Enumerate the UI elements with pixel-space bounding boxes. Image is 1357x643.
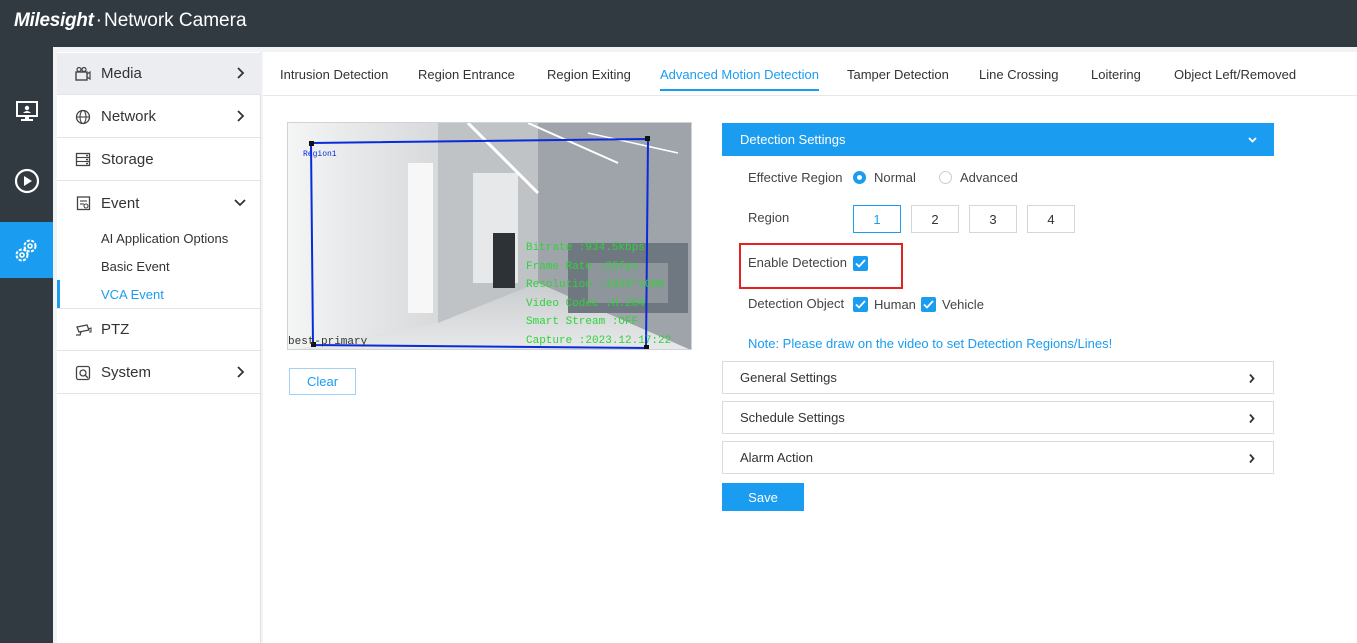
video-preview[interactable]: Region1 best-primary Bitrate :934.5kbps … xyxy=(287,122,692,350)
chevron-right-icon xyxy=(1249,373,1255,384)
sidebar: Media Network Storage Event AI Applicati… xyxy=(57,52,261,643)
tab-loitering[interactable]: Loitering xyxy=(1091,67,1141,82)
checkmark-icon xyxy=(855,259,866,268)
chevron-down-icon xyxy=(1248,137,1257,143)
osd-smart-stream: Smart Stream :OFF xyxy=(526,316,638,328)
sidebar-item-system[interactable]: System xyxy=(57,352,261,394)
sidebar-item-label: Event xyxy=(101,194,140,212)
sidebar-item-label: Media xyxy=(101,65,142,82)
region-3-button[interactable]: 3 xyxy=(969,205,1017,233)
clear-button[interactable]: Clear xyxy=(289,368,356,395)
left-rail xyxy=(0,47,53,643)
region-overlay-label: Region1 xyxy=(303,150,337,159)
detection-settings-header[interactable]: Detection Settings xyxy=(722,123,1274,156)
chevron-right-icon xyxy=(237,67,245,79)
main-content: Intrusion Detection Region Entrance Regi… xyxy=(263,52,1357,643)
sidebar-item-network[interactable]: Network xyxy=(57,96,261,138)
tab-region-exiting[interactable]: Region Exiting xyxy=(547,67,631,82)
normal-radio-label: Normal xyxy=(874,170,916,185)
save-button[interactable]: Save xyxy=(722,483,804,511)
osd-resolution: Resolution :1920*1080 xyxy=(526,279,665,291)
vehicle-checkbox[interactable] xyxy=(921,297,936,312)
human-checkbox[interactable] xyxy=(853,297,868,312)
effective-region-label: Effective Region xyxy=(748,170,843,185)
stream-overlay-label: best-primary xyxy=(288,336,368,348)
region-2-button[interactable]: 2 xyxy=(911,205,959,233)
advanced-radio[interactable] xyxy=(939,171,952,184)
app-title: Network Camera xyxy=(103,10,247,31)
event-icon xyxy=(74,194,92,212)
tab-intrusion-detection[interactable]: Intrusion Detection xyxy=(280,67,388,82)
sidebar-item-label: Network xyxy=(101,108,157,125)
chevron-right-icon xyxy=(237,110,245,122)
video-scene: Region1 best-primary Bitrate :934.5kbps … xyxy=(288,123,691,349)
storage-icon xyxy=(74,151,92,169)
brand-separator: · xyxy=(95,10,102,31)
enable-detection-checkbox[interactable] xyxy=(853,256,868,271)
media-icon xyxy=(74,65,92,83)
gear-icon xyxy=(15,239,36,262)
osd-video-codec: Video Codec :H.264 xyxy=(526,298,645,310)
general-settings-section[interactable]: General Settings xyxy=(722,361,1274,394)
osd-capture: Capture :2023.12.17:22 xyxy=(526,335,671,347)
alarm-action-section[interactable]: Alarm Action xyxy=(722,441,1274,474)
tab-object-left-removed[interactable]: Object Left/Removed xyxy=(1174,67,1296,82)
play-icon xyxy=(14,168,39,194)
detection-settings-title: Detection Settings xyxy=(740,132,846,147)
schedule-settings-section[interactable]: Schedule Settings xyxy=(722,401,1274,434)
tab-region-entrance[interactable]: Region Entrance xyxy=(418,67,515,82)
live-view-button[interactable] xyxy=(0,83,53,139)
globe-icon xyxy=(74,108,92,126)
sidebar-item-label: System xyxy=(101,364,152,381)
milesight-logo: Milesight xyxy=(14,10,94,31)
tab-line-crossing[interactable]: Line Crossing xyxy=(979,67,1059,82)
sidebar-item-event[interactable]: Event xyxy=(57,182,261,224)
region-1-button[interactable]: 1 xyxy=(853,205,901,233)
sidebar-subitem-ai-application-options[interactable]: AI Application Options xyxy=(57,224,261,252)
settings-button[interactable] xyxy=(0,222,53,278)
ptz-camera-icon xyxy=(74,321,92,339)
tab-tamper-detection[interactable]: Tamper Detection xyxy=(847,67,949,82)
region-4-button[interactable]: 4 xyxy=(1027,205,1075,233)
checkmark-icon xyxy=(855,300,866,309)
tab-advanced-motion-detection[interactable]: Advanced Motion Detection xyxy=(660,67,819,91)
sidebar-subitem-basic-event[interactable]: Basic Event xyxy=(57,252,261,280)
osd-frame-rate: Frame Rate :25fps xyxy=(526,261,638,273)
sidebar-item-media[interactable]: Media xyxy=(57,53,261,95)
system-settings-icon xyxy=(74,364,92,382)
detection-object-label: Detection Object xyxy=(748,296,845,311)
chevron-right-icon xyxy=(237,366,245,378)
enable-detection-label: Enable Detection xyxy=(748,255,848,270)
sidebar-item-label: Storage xyxy=(101,151,154,168)
sidebar-subitem-vca-event[interactable]: VCA Event xyxy=(57,280,261,308)
vca-tabs: Intrusion Detection Region Entrance Regi… xyxy=(263,52,1357,96)
osd-bitrate: Bitrate :934.5kbps xyxy=(526,242,645,254)
sidebar-item-ptz[interactable]: PTZ xyxy=(57,309,261,351)
sidebar-item-storage[interactable]: Storage xyxy=(57,139,261,181)
general-settings-title: General Settings xyxy=(740,370,837,385)
vehicle-checkbox-label: Vehicle xyxy=(942,297,984,312)
monitor-icon xyxy=(15,101,38,121)
top-bar: Milesight · Network Camera xyxy=(0,0,1357,47)
draw-region-note: Note: Please draw on the video to set De… xyxy=(748,336,1113,351)
schedule-settings-title: Schedule Settings xyxy=(740,410,845,425)
sidebar-item-label: PTZ xyxy=(101,321,130,338)
checkmark-icon xyxy=(923,300,934,309)
human-checkbox-label: Human xyxy=(874,297,916,312)
normal-radio[interactable] xyxy=(853,171,866,184)
region-label: Region xyxy=(748,210,790,225)
alarm-action-title: Alarm Action xyxy=(740,450,813,465)
chevron-down-icon xyxy=(234,199,246,207)
chevron-right-icon xyxy=(1249,453,1255,464)
chevron-right-icon xyxy=(1249,413,1255,424)
playback-button[interactable] xyxy=(0,153,53,209)
advanced-radio-label: Advanced xyxy=(960,170,1018,185)
brand: Milesight · Network Camera xyxy=(14,10,247,32)
